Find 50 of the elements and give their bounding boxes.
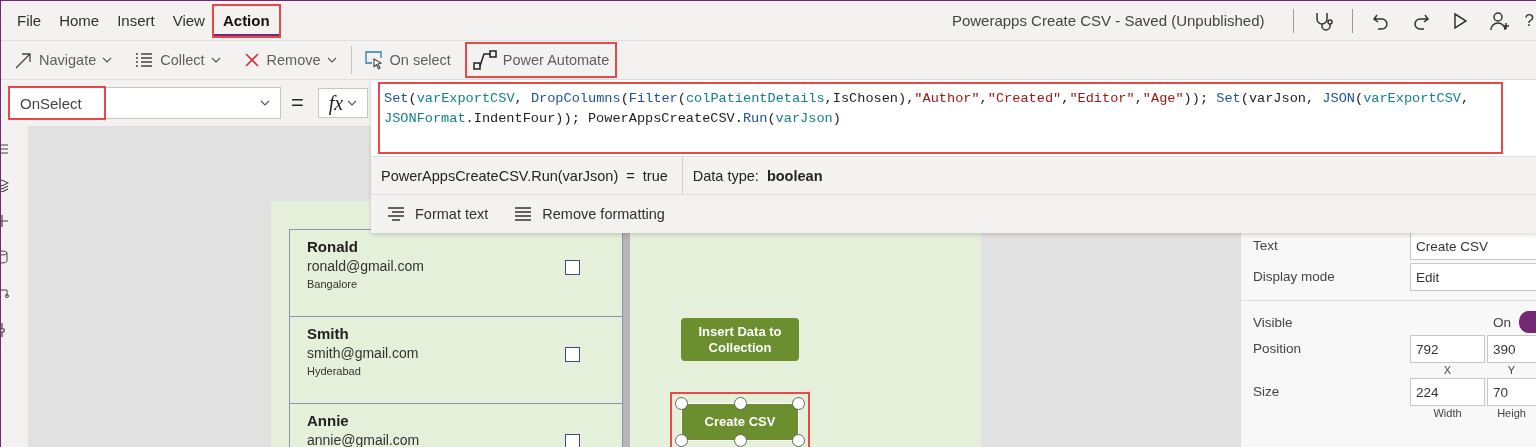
field-caption: Width	[1433, 407, 1462, 420]
toggle-state: On	[1493, 314, 1511, 330]
toolbar-button[interactable]: Power Automate	[466, 44, 616, 76]
app-button[interactable]: Create CSV	[681, 403, 799, 441]
email-text: ronald@gmail.com	[307, 258, 424, 274]
help-button[interactable]: ?	[1524, 10, 1536, 31]
person-name: Annie	[307, 412, 350, 429]
menu-tab[interactable]: Action	[213, 5, 279, 36]
toolbar-button[interactable]: Collect	[128, 46, 227, 74]
data-type-text: Data type: boolean	[691, 166, 823, 186]
field-caption: X	[1443, 364, 1452, 377]
field-caption: Y	[1507, 364, 1516, 377]
gallery-row[interactable]: Smith smith@gmail.com Hyderabad	[290, 317, 622, 404]
menu-tab[interactable]: View	[163, 5, 214, 36]
app-title: Powerapps Create CSV - Saved (Unpublished)	[951, 12, 1265, 29]
format-button[interactable]: Format text	[387, 206, 489, 222]
property-field[interactable]: Create CSV	[1410, 231, 1536, 260]
email-text: annie@gmail.com	[307, 432, 420, 447]
property-field[interactable]: Edit	[1410, 262, 1536, 291]
fx-button[interactable]: fx	[317, 88, 368, 118]
code-line: Set(varExportCSV, DropColumns(Filter(colPatientDetails,IsChosen),"Author","Created","Editor","Age")); Set(varJson, JSON(varExportCSV,	[384, 90, 1471, 108]
property-label: Display mode	[1253, 269, 1335, 284]
menu-tab[interactable]: File	[8, 5, 51, 36]
email-text: smith@gmail.com	[307, 345, 419, 361]
gallery-row[interactable]: Ronald ronald@gmail.com Bangalore	[290, 230, 622, 317]
equals-sign: =	[291, 90, 304, 116]
format-button[interactable]: Remove formatting	[514, 206, 665, 222]
city-text: Hyderabad	[307, 365, 362, 377]
property-label: Size	[1253, 383, 1280, 399]
property-field[interactable]: 224	[1410, 378, 1485, 406]
toolbar-button[interactable]: Remove	[236, 45, 343, 75]
person-name: Smith	[307, 325, 350, 342]
property-field[interactable]: 390	[1487, 335, 1536, 363]
property-field[interactable]: 70	[1487, 378, 1536, 406]
property-field[interactable]: 792	[1410, 335, 1485, 363]
toolbar-button[interactable]: Navigate	[7, 44, 119, 76]
property-label: Text	[1253, 238, 1278, 253]
city-text: Bangalore	[307, 278, 359, 290]
property-dropdown[interactable]: OnSelect	[9, 87, 281, 119]
toolbar-button[interactable]: On select	[357, 44, 457, 76]
menu-tab[interactable]: Home	[50, 5, 109, 36]
menu-tab[interactable]: Insert	[108, 5, 164, 36]
app-button[interactable]: Insert Data to Collection	[681, 318, 799, 361]
code-line: JSONFormat.IndentFour)); PowerAppsCreateCSV.Run(varJson)	[384, 110, 842, 128]
person-name: Ronald	[307, 238, 359, 255]
gallery-row[interactable]: Annie annie@gmail.com	[290, 404, 622, 447]
formula-field[interactable]: Set(varExportCSV, DropColumns(Filter(colPatientDetails,IsChosen),"Author","Created","Editor","Age")); Set(varJson, JSON(varExportCSV, JSONFormat.IndentFour)); PowerAppsCreateCSV.Run(varJson)	[378, 82, 1503, 154]
property-label: Visible	[1253, 314, 1293, 330]
field-caption: Heigh	[1497, 407, 1526, 420]
property-label: Position	[1253, 340, 1302, 356]
